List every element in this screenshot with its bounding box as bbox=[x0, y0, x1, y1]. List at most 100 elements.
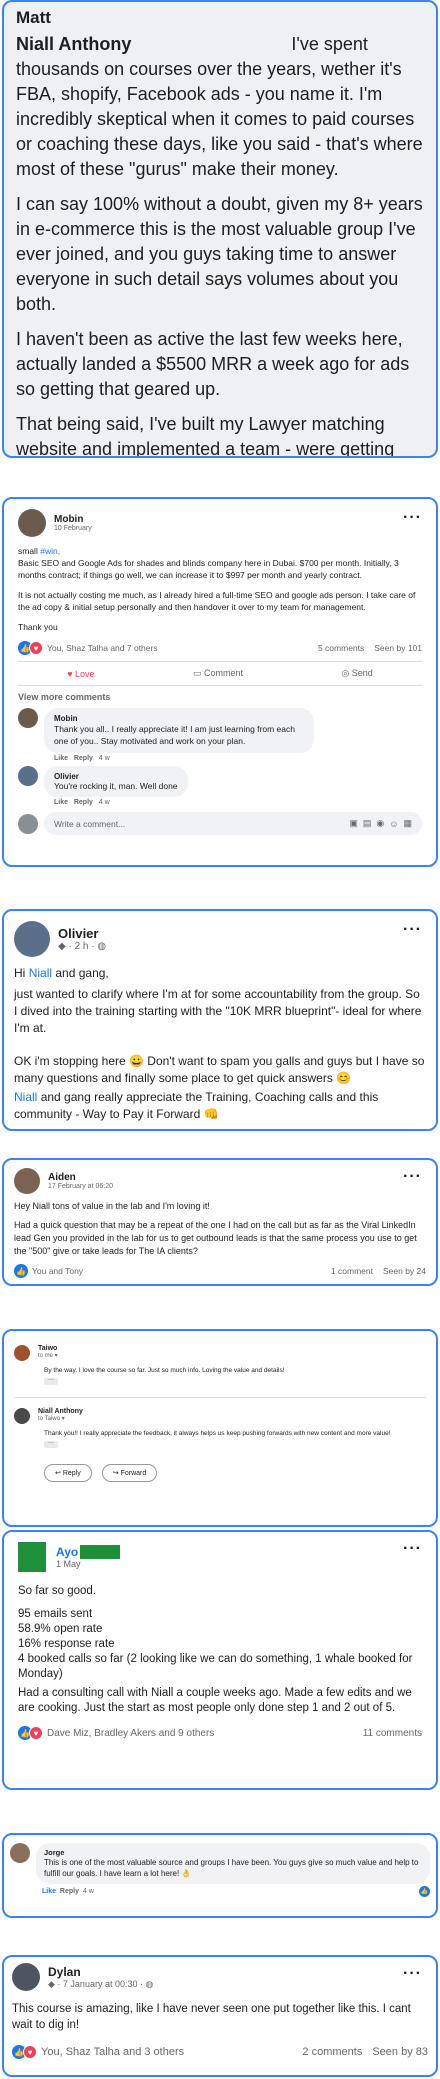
comment-reply[interactable]: Reply bbox=[74, 755, 93, 762]
author-name[interactable]: Dylan bbox=[48, 1965, 153, 1979]
post-date[interactable]: 7 January at 00:30 bbox=[63, 1979, 138, 1989]
author-name[interactable]: Ayo bbox=[56, 1545, 78, 1559]
hashtag-win[interactable]: #win, bbox=[40, 546, 60, 556]
badge-icon: ◆ bbox=[48, 1978, 55, 1989]
greeting: Hi Niall and gang, bbox=[14, 966, 109, 980]
post-date[interactable]: 17 February at 06:20 bbox=[48, 1183, 113, 1190]
more-options-icon[interactable]: ··· bbox=[403, 1965, 422, 1983]
like-icon[interactable]: 👍 bbox=[419, 1886, 430, 1897]
reply-button[interactable]: ↩ Reply bbox=[44, 1464, 92, 1482]
gif-icon[interactable]: ▤ bbox=[363, 818, 372, 829]
show-trimmed-icon[interactable]: ··· bbox=[44, 1440, 58, 1448]
attach-icon[interactable]: ▦ bbox=[403, 818, 412, 829]
mention-niall[interactable]: Niall bbox=[29, 966, 52, 980]
paragraph-2: I can say 100% without a doubt, given my… bbox=[16, 194, 423, 314]
comment-like[interactable]: Like bbox=[42, 1888, 56, 1895]
stat-line: 4 booked calls so far (2 looking like we… bbox=[18, 1653, 413, 1680]
forward-button[interactable]: ↪ Forward bbox=[101, 1464, 158, 1482]
comment-time[interactable]: 4 w bbox=[83, 1888, 94, 1895]
comment-reply[interactable]: Reply bbox=[60, 1888, 79, 1895]
stat-line: 95 emails sent bbox=[18, 1608, 93, 1620]
reaction-names[interactable]: You and Tony bbox=[32, 1266, 83, 1276]
post-time[interactable]: 2 h bbox=[75, 941, 89, 952]
paragraph-1: So far so good. bbox=[18, 1585, 96, 1597]
avatar[interactable] bbox=[18, 813, 38, 834]
comment-count[interactable]: 11 comments bbox=[363, 1728, 422, 1739]
avatar[interactable] bbox=[14, 921, 50, 957]
avatar[interactable] bbox=[18, 1542, 46, 1572]
comment-reply[interactable]: Reply bbox=[74, 799, 93, 806]
comment-author[interactable]: Mobin bbox=[54, 714, 304, 723]
emoji-icon[interactable]: ☺ bbox=[389, 819, 398, 829]
more-options-icon[interactable]: ··· bbox=[403, 1540, 422, 1558]
reaction-names[interactable]: You, Shaz Talha and 3 others bbox=[41, 2046, 184, 2058]
comment-time[interactable]: 4 w bbox=[99, 799, 110, 806]
avatar[interactable] bbox=[18, 509, 46, 537]
paragraph-1: I've spent thousands on courses over the… bbox=[16, 34, 423, 179]
avatar[interactable] bbox=[14, 1408, 30, 1424]
avatar[interactable] bbox=[14, 1345, 30, 1361]
comment-count[interactable]: 2 comments bbox=[302, 2046, 362, 2058]
seen-count[interactable]: Seen by 101 bbox=[374, 643, 422, 653]
reaction-icons[interactable]: 👍 ♥ bbox=[18, 1726, 43, 1740]
post-date[interactable]: 1 May bbox=[56, 1559, 120, 1569]
messenger-icon: ◎ bbox=[341, 668, 350, 678]
avatar[interactable] bbox=[18, 708, 38, 728]
post-card-ayo: Ayo 1 May ··· So far so good. 95 emails … bbox=[2, 1530, 438, 1790]
author-name[interactable]: Aiden bbox=[48, 1172, 113, 1183]
write-comment-input[interactable]: Write a comment... bbox=[54, 819, 349, 829]
paragraph-2: Had a consulting call with Niall a coupl… bbox=[18, 1687, 412, 1714]
avatar[interactable] bbox=[14, 1168, 40, 1194]
mention-niall[interactable]: Niall bbox=[14, 1090, 37, 1104]
mention-niall[interactable]: Niall Anthony bbox=[16, 34, 131, 54]
sender-name[interactable]: Niall Anthony bbox=[38, 1408, 83, 1415]
heart-icon: ♥ bbox=[67, 668, 73, 679]
post-card-matt: Matt Niall Anthony I've spent thousands … bbox=[2, 0, 438, 458]
sender-name[interactable]: Taiwo bbox=[38, 1345, 58, 1352]
avatar[interactable] bbox=[18, 766, 38, 786]
send-button[interactable]: ◎ Send bbox=[341, 668, 372, 679]
avatar[interactable] bbox=[10, 1843, 30, 1863]
comment-time[interactable]: 4 w bbox=[99, 755, 110, 762]
paragraph-4: That being said, I've built my Lawyer ma… bbox=[16, 414, 395, 458]
comment-like[interactable]: Like bbox=[54, 799, 68, 806]
author-name[interactable]: Mobin bbox=[54, 514, 92, 525]
reaction-names[interactable]: You, Shaz Talha and 7 others bbox=[47, 643, 158, 653]
reaction-names[interactable]: Dave Miz, Bradley Akers and 9 others bbox=[47, 1728, 214, 1739]
love-icon: ♥ bbox=[29, 641, 43, 655]
post-text: Niall Anthony I've spent thousands on co… bbox=[16, 32, 424, 182]
view-more-comments[interactable]: View more comments bbox=[18, 692, 422, 702]
post-card-dylan: Dylan ◆ · 7 January at 00:30 · ◍ ··· Thi… bbox=[2, 1955, 438, 2077]
seen-count[interactable]: Seen by 83 bbox=[372, 2046, 428, 2058]
camera-icon[interactable]: ◉ bbox=[376, 818, 384, 829]
love-button[interactable]: ♥ Love bbox=[67, 669, 94, 679]
message-text: Thank you!! I really appreciate the feed… bbox=[44, 1430, 391, 1437]
comment-count[interactable]: 1 comment bbox=[331, 1266, 373, 1276]
paragraph-3: Thank you bbox=[18, 622, 58, 632]
post-date[interactable]: 10 February bbox=[54, 525, 92, 532]
comment-count[interactable]: 5 comments bbox=[318, 643, 364, 653]
comment-card-jorge: Jorge This is one of the most valuable s… bbox=[2, 1833, 438, 1918]
avatar[interactable] bbox=[12, 1963, 40, 1991]
reaction-icons[interactable]: 👍 ♥ bbox=[18, 641, 43, 655]
more-options-icon[interactable]: ··· bbox=[403, 509, 422, 527]
comment-text: You're rocking it, man. Well done bbox=[54, 781, 178, 791]
globe-icon: ◍ bbox=[97, 941, 107, 952]
seen-count[interactable]: Seen by 24 bbox=[383, 1266, 426, 1276]
show-trimmed-icon[interactable]: ··· bbox=[44, 1377, 58, 1385]
more-options-icon[interactable]: ··· bbox=[403, 921, 422, 939]
like-icon[interactable]: 👍 bbox=[14, 1264, 28, 1278]
post-card-aiden: Aiden 17 February at 06:20 ··· Hey Niall… bbox=[2, 1158, 438, 1286]
comment-button[interactable]: ▭ Comment bbox=[193, 668, 243, 679]
comment-author[interactable]: Jorge bbox=[44, 1848, 422, 1857]
author-name[interactable]: Matt bbox=[16, 8, 424, 28]
comment-author[interactable]: Olivier bbox=[54, 772, 178, 781]
reaction-icons[interactable]: 👍 ♥ bbox=[12, 2045, 37, 2059]
more-options-icon[interactable]: ··· bbox=[403, 1168, 422, 1186]
comment-like[interactable]: Like bbox=[54, 755, 68, 762]
recipient: to Taiwo ▾ bbox=[38, 1416, 65, 1422]
author-name[interactable]: Olivier bbox=[58, 926, 106, 941]
comment-text: This is one of the most valuable source … bbox=[44, 1858, 419, 1878]
stat-line: 16% response rate bbox=[18, 1638, 115, 1650]
sticker-icon[interactable]: ▣ bbox=[349, 818, 358, 829]
